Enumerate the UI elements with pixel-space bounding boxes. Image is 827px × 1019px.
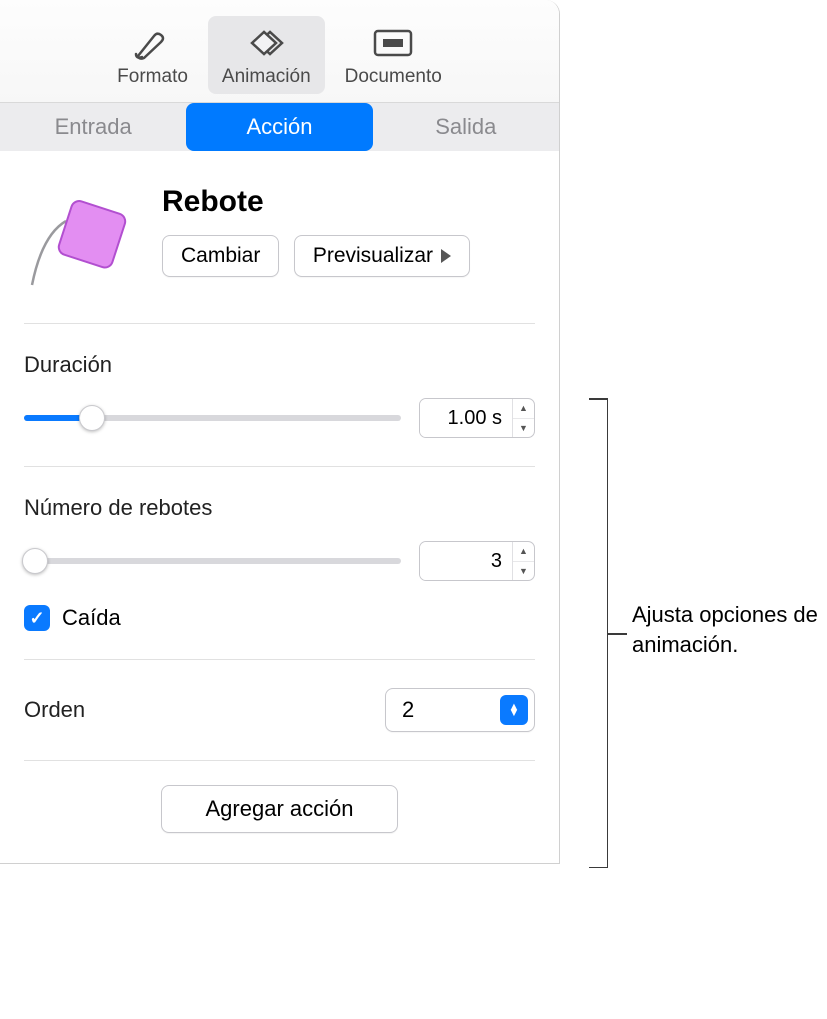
order-select[interactable]: 2 ▲▼ xyxy=(385,688,535,732)
animation-tab[interactable]: Animación xyxy=(208,16,325,94)
change-button[interactable]: Cambiar xyxy=(162,235,279,277)
inspector-content: Rebote Cambiar Previsualizar Duración xyxy=(0,151,559,863)
duration-section: Duración ▲ ▼ xyxy=(24,324,535,467)
bounces-step-down[interactable]: ▼ xyxy=(513,562,534,581)
diamond-icon xyxy=(239,24,293,62)
bounces-slider[interactable] xyxy=(24,558,401,564)
document-tab[interactable]: Documento xyxy=(331,16,456,94)
bounces-step-up[interactable]: ▲ xyxy=(513,542,534,562)
preview-label: Previsualizar xyxy=(313,244,433,268)
change-label: Cambiar xyxy=(181,244,260,268)
format-label: Formato xyxy=(117,66,188,88)
animation-label: Animación xyxy=(222,66,311,88)
decay-row[interactable]: ✓ Caída xyxy=(24,605,535,631)
order-label: Orden xyxy=(24,697,85,723)
callout-text: Ajusta opciones de animación. xyxy=(632,600,822,659)
bounces-label: Número de rebotes xyxy=(24,495,535,521)
duration-stepper[interactable]: ▲ ▼ xyxy=(419,398,535,438)
format-tab[interactable]: Formato xyxy=(103,16,202,94)
play-icon xyxy=(441,249,451,263)
document-label: Documento xyxy=(345,66,442,88)
decay-label: Caída xyxy=(62,605,121,631)
duration-slider[interactable] xyxy=(24,415,401,421)
order-section: Orden 2 ▲▼ xyxy=(24,660,535,761)
callout-bracket xyxy=(574,398,608,868)
inspector-panel: Formato Animación Documento Entrada A xyxy=(0,0,560,864)
preview-button[interactable]: Previsualizar xyxy=(294,235,470,277)
effect-header: Rebote Cambiar Previsualizar xyxy=(24,151,535,324)
bounce-effect-icon xyxy=(24,185,144,295)
order-value: 2 xyxy=(402,697,414,723)
document-icon xyxy=(366,24,420,62)
duration-value[interactable] xyxy=(420,399,512,437)
chevron-updown-icon: ▲▼ xyxy=(500,695,528,725)
duration-step-up[interactable]: ▲ xyxy=(513,399,534,419)
tab-entrada[interactable]: Entrada xyxy=(0,103,186,151)
add-action-button[interactable]: Agregar acción xyxy=(161,785,399,833)
bounces-value[interactable] xyxy=(420,542,512,580)
main-toolbar: Formato Animación Documento xyxy=(0,0,559,103)
footer: Agregar acción xyxy=(24,761,535,839)
duration-step-down[interactable]: ▼ xyxy=(513,419,534,438)
effect-name: Rebote xyxy=(162,185,535,219)
tab-accion[interactable]: Acción xyxy=(186,103,372,151)
bounces-stepper[interactable]: ▲ ▼ xyxy=(419,541,535,581)
tab-salida[interactable]: Salida xyxy=(373,103,559,151)
bounces-section: Número de rebotes ▲ ▼ ✓ Caída xyxy=(24,467,535,660)
animation-type-tabs: Entrada Acción Salida xyxy=(0,103,559,151)
duration-label: Duración xyxy=(24,352,535,378)
decay-checkbox[interactable]: ✓ xyxy=(24,605,50,631)
brush-icon xyxy=(126,24,180,62)
